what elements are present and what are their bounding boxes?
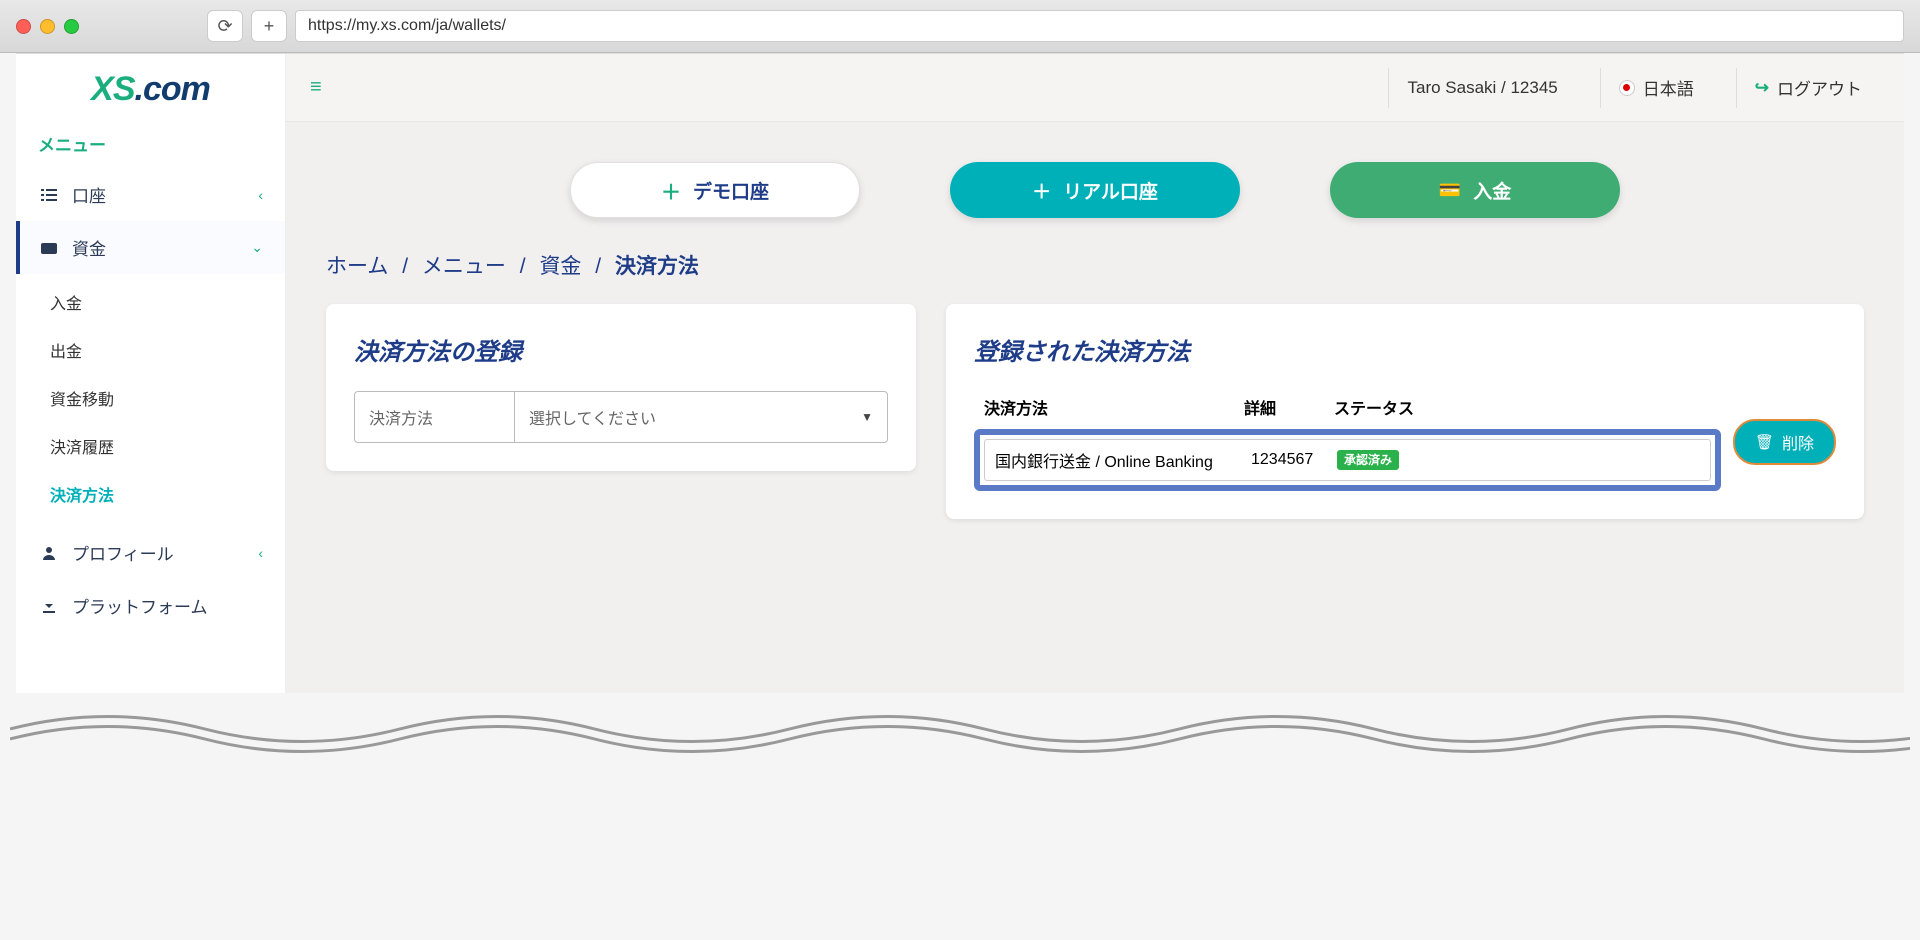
sidebar-item-label: プロフィール [72, 540, 174, 565]
plus-icon: ＋ [661, 176, 681, 205]
sidebar-item-label: 資金 [72, 235, 106, 260]
chevron-left-icon: ‹ [258, 187, 263, 203]
delete-button[interactable]: 🗑 削除 [1733, 419, 1836, 465]
sub-item-withdraw[interactable]: 出金 [16, 326, 285, 374]
topbar: ≡ Taro Sasaki / 12345 日本語 ↪ ログアウト [286, 54, 1904, 122]
sidebar-item-label: 口座 [72, 182, 106, 207]
deposit-label: 入金 [1473, 177, 1511, 204]
sub-item-deposit[interactable]: 入金 [16, 278, 285, 326]
logo-com: .com [135, 70, 210, 108]
logo[interactable]: XS.com [16, 60, 285, 123]
table-row-highlight: 国内銀行送金 / Online Banking 1234567 承認済み [974, 429, 1721, 491]
registered-payment-card: 登録された決済方法 決済方法 詳細 ステータス 国内銀行送金 / Online … [946, 304, 1864, 519]
deposit-button[interactable]: 💳 入金 [1330, 162, 1620, 218]
delete-label: 削除 [1782, 430, 1814, 454]
breadcrumb-sep: / [402, 255, 408, 278]
cards-row: 決済方法の登録 決済方法 選択してください ▼ 登録された決済方法 決済方法 詳… [286, 304, 1904, 559]
real-account-button[interactable]: ＋ リアル口座 [950, 162, 1240, 218]
logout-icon: ↪ [1755, 78, 1769, 98]
breadcrumb: ホーム / メニュー / 資金 / 決済方法 [286, 246, 1904, 304]
payment-table-wrap: 決済方法 詳細 ステータス 国内銀行送金 / Online Banking 12… [974, 391, 1836, 491]
caret-down-icon: ▼ [861, 410, 873, 424]
sidebar: XS.com メニュー 口座 ‹ 資金 ⌄ 入金 出金 資金移動 決済履歴 決済… [16, 54, 286, 693]
demo-label: デモ口座 [693, 177, 769, 204]
trash-icon: 🗑 [1755, 433, 1774, 451]
browser-chrome: ⟳ + https://my.xs.com/ja/wallets/ [0, 0, 1920, 53]
sidebar-item-platform[interactable]: プラットフォーム [16, 579, 285, 632]
sub-item-payment-methods[interactable]: 決済方法 [16, 470, 285, 518]
hamburger-icon[interactable]: ≡ [310, 76, 322, 99]
sub-item-transfer[interactable]: 資金移動 [16, 374, 285, 422]
status-badge: 承認済み [1337, 450, 1399, 470]
close-window-icon[interactable] [16, 19, 31, 34]
wave-decoration [10, 699, 1910, 759]
breadcrumb-sep: / [520, 255, 526, 278]
real-label: リアル口座 [1063, 177, 1158, 204]
demo-account-button[interactable]: ＋ デモ口座 [570, 162, 860, 218]
download-icon [38, 598, 60, 614]
sidebar-item-profile[interactable]: プロフィール ‹ [16, 526, 285, 579]
td-method: 国内銀行送金 / Online Banking [995, 448, 1251, 472]
payment-method-select[interactable]: 選択してください ▼ [515, 392, 887, 442]
action-row: ＋ デモ口座 ＋ リアル口座 💳 入金 [286, 122, 1904, 246]
register-payment-card: 決済方法の登録 決済方法 選択してください ▼ [326, 304, 916, 471]
breadcrumb-home[interactable]: ホーム [326, 255, 388, 278]
main-content: ≡ Taro Sasaki / 12345 日本語 ↪ ログアウト ＋ デモ口座… [286, 54, 1904, 693]
td-status: 承認済み [1337, 451, 1700, 469]
breadcrumb-sep: / [595, 255, 601, 278]
user-info[interactable]: Taro Sasaki / 12345 [1388, 68, 1575, 108]
th-detail: 詳細 [1244, 395, 1334, 419]
chevron-left-icon: ‹ [258, 545, 263, 561]
table-row[interactable]: 国内銀行送金 / Online Banking 1234567 承認済み [984, 439, 1711, 481]
funds-submenu: 入金 出金 資金移動 決済履歴 決済方法 [16, 274, 285, 526]
logo-xs: XS [91, 70, 134, 108]
field-label: 決済方法 [355, 392, 515, 442]
language-label: 日本語 [1643, 75, 1694, 100]
user-icon [38, 545, 60, 561]
card-icon: 💳 [1439, 180, 1461, 201]
table-header: 決済方法 詳細 ステータス [974, 391, 1721, 429]
new-tab-button[interactable]: + [251, 10, 287, 42]
flag-jp-icon [1619, 80, 1635, 96]
card-title: 登録された決済方法 [974, 332, 1836, 367]
select-placeholder: 選択してください [529, 405, 656, 429]
language-selector[interactable]: 日本語 [1600, 68, 1712, 108]
card-title: 決済方法の登録 [354, 332, 888, 367]
app-frame: XS.com メニュー 口座 ‹ 資金 ⌄ 入金 出金 資金移動 決済履歴 決済… [16, 53, 1904, 693]
url-bar[interactable]: https://my.xs.com/ja/wallets/ [295, 10, 1904, 42]
sidebar-item-label: プラットフォーム [72, 593, 208, 618]
td-detail: 1234567 [1251, 451, 1337, 469]
sidebar-item-accounts[interactable]: 口座 ‹ [16, 168, 285, 221]
th-method: 決済方法 [984, 395, 1244, 419]
maximize-window-icon[interactable] [64, 19, 79, 34]
reload-button[interactable]: ⟳ [207, 10, 243, 42]
logout-label: ログアウト [1777, 75, 1862, 100]
minimize-window-icon[interactable] [40, 19, 55, 34]
wallet-icon [38, 240, 60, 256]
plus-icon: ＋ [1032, 177, 1051, 204]
list-icon [38, 187, 60, 203]
breadcrumb-funds[interactable]: 資金 [539, 255, 581, 278]
payment-method-select-row: 決済方法 選択してください ▼ [354, 391, 888, 443]
sub-item-history[interactable]: 決済履歴 [16, 422, 285, 470]
window-controls [16, 19, 79, 34]
sidebar-item-funds[interactable]: 資金 ⌄ [16, 221, 285, 274]
breadcrumb-current: 決済方法 [615, 255, 699, 278]
menu-heading: メニュー [16, 123, 285, 168]
th-status: ステータス [1334, 395, 1711, 419]
breadcrumb-menu[interactable]: メニュー [422, 255, 506, 278]
logout-button[interactable]: ↪ ログアウト [1736, 68, 1880, 108]
payment-table: 決済方法 詳細 ステータス 国内銀行送金 / Online Banking 12… [974, 391, 1721, 491]
chevron-down-icon: ⌄ [251, 239, 263, 256]
